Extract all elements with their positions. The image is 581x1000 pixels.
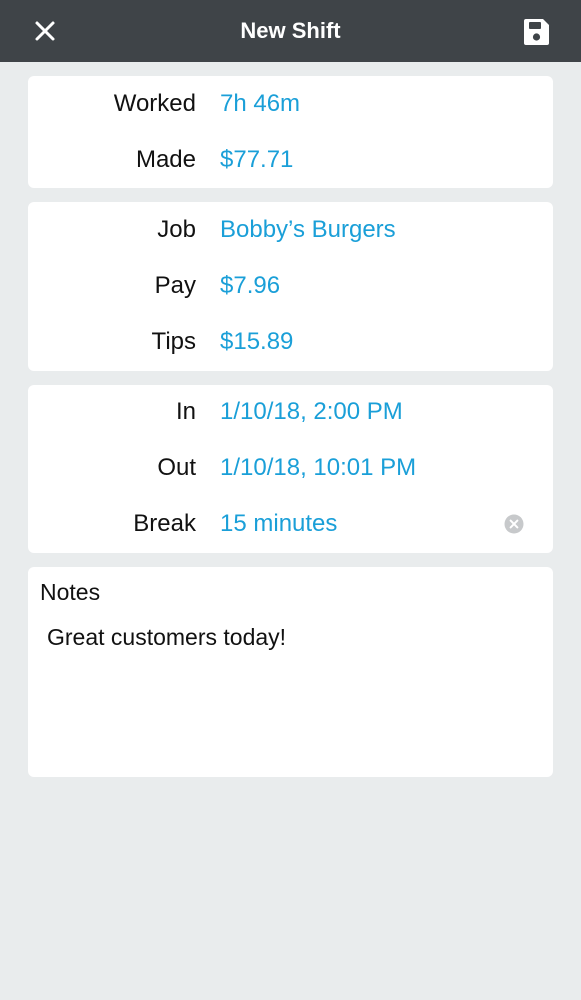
in-value[interactable]: 1/10/18, 2:00 PM bbox=[220, 392, 403, 432]
in-label: In bbox=[175, 398, 196, 425]
clear-break-button[interactable] bbox=[504, 514, 524, 534]
save-button[interactable] bbox=[518, 14, 554, 50]
navigation-bar: New Shift bbox=[0, 0, 581, 62]
pay-row: Pay $7.96 bbox=[28, 266, 553, 306]
out-label: Out bbox=[157, 454, 196, 481]
out-value[interactable]: 1/10/18, 10:01 PM bbox=[220, 448, 416, 488]
floppy-disk-icon bbox=[524, 19, 549, 45]
notes-textarea[interactable]: Great customers today! bbox=[47, 624, 537, 651]
clear-circle-icon bbox=[504, 514, 524, 534]
page-title: New Shift bbox=[240, 18, 341, 43]
break-row: Break 15 minutes bbox=[28, 504, 553, 544]
in-row: In 1/10/18, 2:00 PM bbox=[28, 392, 553, 432]
out-row: Out 1/10/18, 10:01 PM bbox=[28, 448, 553, 488]
notes-heading: Notes bbox=[40, 579, 101, 605]
break-value[interactable]: 15 minutes bbox=[220, 504, 337, 544]
worked-value[interactable]: 7h 46m bbox=[220, 84, 300, 124]
pay-label: Pay bbox=[154, 272, 196, 299]
job-value[interactable]: Bobby’s Burgers bbox=[220, 210, 396, 250]
job-label: Job bbox=[157, 216, 196, 243]
tips-label: Tips bbox=[151, 328, 196, 355]
pay-value[interactable]: $7.96 bbox=[220, 266, 280, 306]
time-card: In 1/10/18, 2:00 PM Out 1/10/18, 10:01 P… bbox=[28, 385, 553, 553]
tips-row: Tips $15.89 bbox=[28, 322, 553, 362]
job-card: Job Bobby’s Burgers Pay $7.96 Tips $15.8… bbox=[28, 202, 553, 371]
worked-label: Worked bbox=[113, 90, 196, 117]
notes-card: Notes Great customers today! bbox=[28, 567, 553, 777]
tips-value[interactable]: $15.89 bbox=[220, 322, 293, 362]
made-row: Made $77.71 bbox=[28, 140, 553, 180]
job-row: Job Bobby’s Burgers bbox=[28, 210, 553, 250]
summary-card: Worked 7h 46m Made $77.71 bbox=[28, 76, 553, 188]
worked-row: Worked 7h 46m bbox=[28, 84, 553, 124]
made-label: Made bbox=[135, 146, 196, 173]
break-label: Break bbox=[133, 510, 196, 537]
made-value[interactable]: $77.71 bbox=[220, 140, 293, 180]
